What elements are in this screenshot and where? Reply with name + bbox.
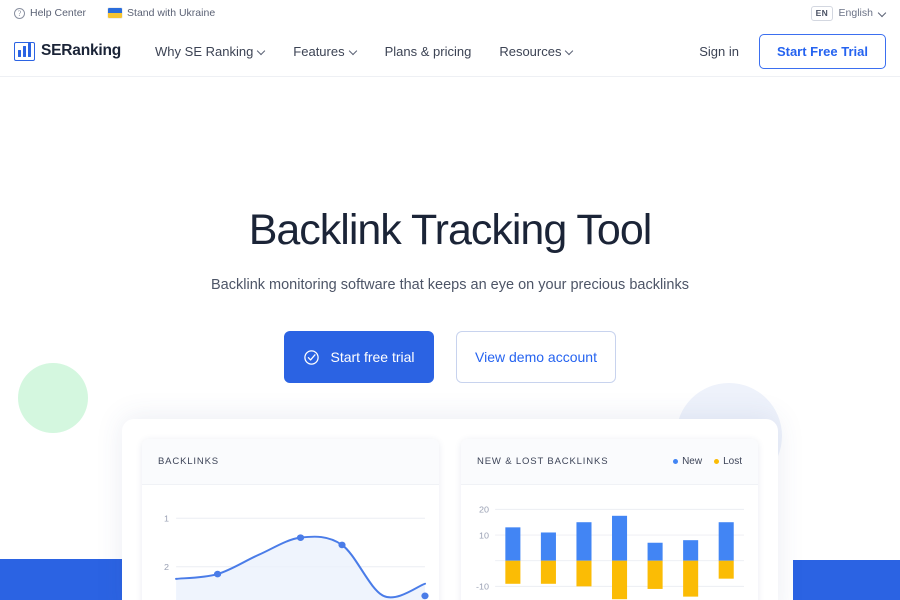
decorative-blue-block-right [793,560,900,600]
start-free-trial-header-button[interactable]: Start Free Trial [758,33,886,69]
svg-text:10: 10 [479,531,489,541]
chart-legend: New Lost [673,456,742,467]
stand-with-ukraine-link[interactable]: Stand with Ukraine [108,7,215,19]
nav-label: Plans & pricing [384,43,472,59]
nav-label: Why SE Ranking [155,43,254,59]
chevron-down-icon [879,10,886,17]
logo-text: SERanking [41,42,121,60]
hero-subtitle: Backlink monitoring software that keeps … [211,277,689,294]
se-ranking-logo[interactable]: SERanking [14,41,121,61]
chevron-down-icon [566,48,573,55]
check-circle-icon [304,350,320,365]
chevron-down-icon [350,48,357,55]
start-free-trial-button[interactable]: Start free trial [284,331,434,384]
new-lost-card-header: NEW & LOST BACKLINKS New Lost [461,439,758,485]
header-actions: Sign in Start Free Trial [699,33,886,69]
nav-item-resources[interactable]: Resources [499,44,573,59]
new-lost-backlinks-card: NEW & LOST BACKLINKS New Lost 2010-10-20 [461,439,758,600]
main-header: SERanking Why SE Ranking Features Plans … [0,26,900,77]
svg-text:2: 2 [164,562,169,572]
nav-item-features[interactable]: Features [293,44,356,59]
legend-item-new: New [673,456,702,467]
dashboard-preview: BACKLINKS 12 NEW & LOST BACKLINKS New Lo… [122,419,778,600]
backlinks-chart: 12 [142,485,439,600]
backlinks-card-title: BACKLINKS [158,456,219,467]
new-lost-card-title: NEW & LOST BACKLINKS [477,456,609,467]
svg-text:1: 1 [164,514,169,524]
chevron-down-icon [258,48,265,55]
utility-links: ? Help Center Stand with Ukraine [14,7,215,19]
backlinks-card: BACKLINKS 12 [142,439,439,600]
nav-item-why-se-ranking[interactable]: Why SE Ranking [155,44,265,59]
backlinks-card-header: BACKLINKS [142,439,439,485]
help-center-label: Help Center [30,7,87,19]
ukraine-flag-icon [108,8,123,18]
legend-item-lost: Lost [714,456,742,467]
legend-label-lost: Lost [723,456,742,467]
utility-top-bar: ? Help Center Stand with Ukraine EN Engl… [0,0,900,26]
page-title: Backlink Tracking Tool [248,206,653,254]
stand-with-ukraine-label: Stand with Ukraine [127,7,216,19]
decorative-blue-block-left [0,559,126,600]
backlinks-line-chart-svg: 12 [164,514,429,600]
hero-cta-group: Start free trial View demo account [0,331,900,384]
logo-se: SE [41,42,62,59]
primary-navigation: Why SE Ranking Features Plans & pricing … [155,44,573,59]
language-switcher[interactable]: EN English [811,5,886,21]
language-name-label: English [838,7,873,19]
view-demo-account-button[interactable]: View demo account [456,331,616,384]
legend-label-new: New [682,456,703,467]
help-center-link[interactable]: ? Help Center [14,7,86,19]
nav-item-plans-pricing[interactable]: Plans & pricing [385,44,472,59]
sign-in-link[interactable]: Sign in [699,44,739,59]
legend-dot-lost [714,459,720,464]
page-root: ? Help Center Stand with Ukraine EN Engl… [0,0,900,600]
view-demo-account-label: View demo account [475,349,597,366]
nav-label: Features [293,43,345,59]
svg-text:20: 20 [479,505,489,515]
language-code-badge: EN [811,5,833,21]
new-lost-chart: 2010-10-20 [461,485,758,600]
hero-section: Backlink Tracking Tool Backlink monitori… [0,77,900,384]
start-free-trial-label: Start free trial [330,349,415,366]
nav-label: Resources [499,43,562,59]
legend-dot-new [673,459,679,464]
svg-text:-10: -10 [476,582,489,592]
question-mark-icon: ? [14,7,25,19]
new-lost-bar-chart-svg: 2010-10-20 [476,505,744,600]
bar-chart-logo-icon [14,41,35,61]
logo-ranking: Ranking [61,42,122,59]
